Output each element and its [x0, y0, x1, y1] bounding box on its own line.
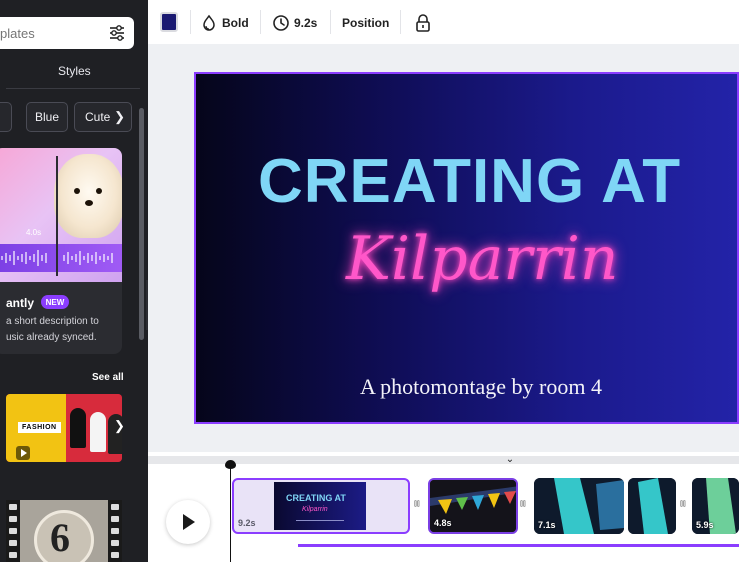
clock-icon [273, 15, 289, 31]
clip-thumbnail: CREATING AT Kilparrin [274, 482, 366, 530]
chevron-down-icon[interactable]: ⌄ [503, 454, 517, 466]
filter-icon[interactable] [108, 24, 126, 42]
see-all-link[interactable]: See all [92, 372, 124, 383]
search-input[interactable] [0, 17, 100, 49]
position-label: Position [342, 16, 390, 30]
countdown-number: 6 [50, 515, 70, 560]
templates-sidebar: Styles Blue Cute ❯ [0, 0, 148, 562]
timeline-clip[interactable] [628, 478, 676, 534]
clip-script: Kilparrin [302, 506, 328, 513]
waveform-icon [1, 250, 113, 266]
slide-subtitle[interactable]: A photomontage by room 4 [360, 374, 602, 400]
clip-duration: 9.2s [238, 518, 256, 528]
chip-partial[interactable] [0, 102, 12, 132]
slide-script-text[interactable]: Kilparrin [346, 224, 619, 294]
sidebar-scrollbar[interactable] [139, 108, 144, 340]
duration-button[interactable]: 9.2s [272, 13, 317, 33]
chip-cute[interactable]: Cute ❯ [74, 102, 132, 132]
template-thumbnail-countdown[interactable]: 6 [6, 500, 122, 562]
color-swatch[interactable] [160, 12, 178, 32]
timeline-clip[interactable]: 5.9s [692, 478, 739, 534]
slide-title[interactable]: CREATING AT [258, 146, 681, 217]
paint-drop-icon [203, 14, 215, 31]
timeline-clip[interactable]: 4.8s [428, 478, 518, 534]
position-button[interactable]: Position [342, 13, 389, 33]
timeline-playhead[interactable] [225, 460, 236, 562]
video-play-icon [16, 446, 30, 460]
clip-title: CREATING AT [286, 493, 346, 503]
feature-promo-card[interactable]: 4.0s antly NEW a short description to us… [0, 148, 122, 354]
transition-icon[interactable]: ⫾⫾ [520, 498, 530, 512]
clip-duration: 4.8s [434, 518, 452, 528]
chip-blue[interactable]: Blue [26, 102, 68, 132]
toolbar-divider [330, 10, 331, 34]
toolbar-divider [400, 10, 401, 34]
play-button[interactable] [166, 500, 210, 544]
font-style-label: Bold [222, 16, 249, 30]
slide-canvas[interactable]: CREATING AT Kilparrin A photomontage by … [194, 72, 739, 424]
timeline-panel: ⌄ CREATING AT Kilparrin 9.2s ⫾⫾ 4.8s ⫾⫾ … [148, 452, 739, 562]
chevron-right-icon[interactable]: ❯ [114, 418, 125, 434]
clip-thumbnail [628, 478, 676, 534]
transition-icon[interactable]: ⫾⫾ [414, 498, 424, 512]
promo-description: a short description to usic already sync… [6, 316, 99, 343]
search-box[interactable] [0, 17, 134, 49]
clip-duration: 5.9s [696, 520, 714, 530]
tab-styles[interactable]: Styles [58, 64, 91, 78]
dog-image [54, 154, 122, 238]
chip-cute-label: Cute [85, 110, 111, 124]
timeline-clip[interactable]: CREATING AT Kilparrin 9.2s [232, 478, 410, 534]
lock-button[interactable] [414, 13, 436, 33]
fashion-label: FASHION [18, 422, 61, 433]
chevron-right-icon[interactable]: ❯ [114, 109, 125, 125]
lock-icon [416, 14, 430, 32]
promo-duration: 4.0s [26, 228, 42, 237]
timeline-header [148, 456, 739, 464]
top-toolbar: Bold 9.2s Position [148, 0, 739, 44]
audio-progress-line [298, 544, 739, 547]
clip-duration: 7.1s [538, 520, 556, 530]
promo-title: antly [6, 296, 35, 310]
promo-image: 4.0s [0, 148, 122, 282]
tab-divider [6, 88, 140, 89]
font-style-button[interactable]: Bold [200, 13, 249, 33]
toolbar-divider [190, 10, 191, 34]
timeline-clip[interactable]: 7.1s [534, 478, 624, 534]
toolbar-divider [260, 10, 261, 34]
transition-icon[interactable]: ⫾⫾ [680, 498, 690, 512]
template-thumbnail-fashion[interactable]: FASHION [6, 394, 122, 462]
new-badge: NEW [41, 295, 69, 309]
promo-playhead [56, 156, 58, 276]
canvas-area: CREATING AT Kilparrin A photomontage by … [148, 44, 739, 452]
duration-label: 9.2s [294, 16, 318, 30]
